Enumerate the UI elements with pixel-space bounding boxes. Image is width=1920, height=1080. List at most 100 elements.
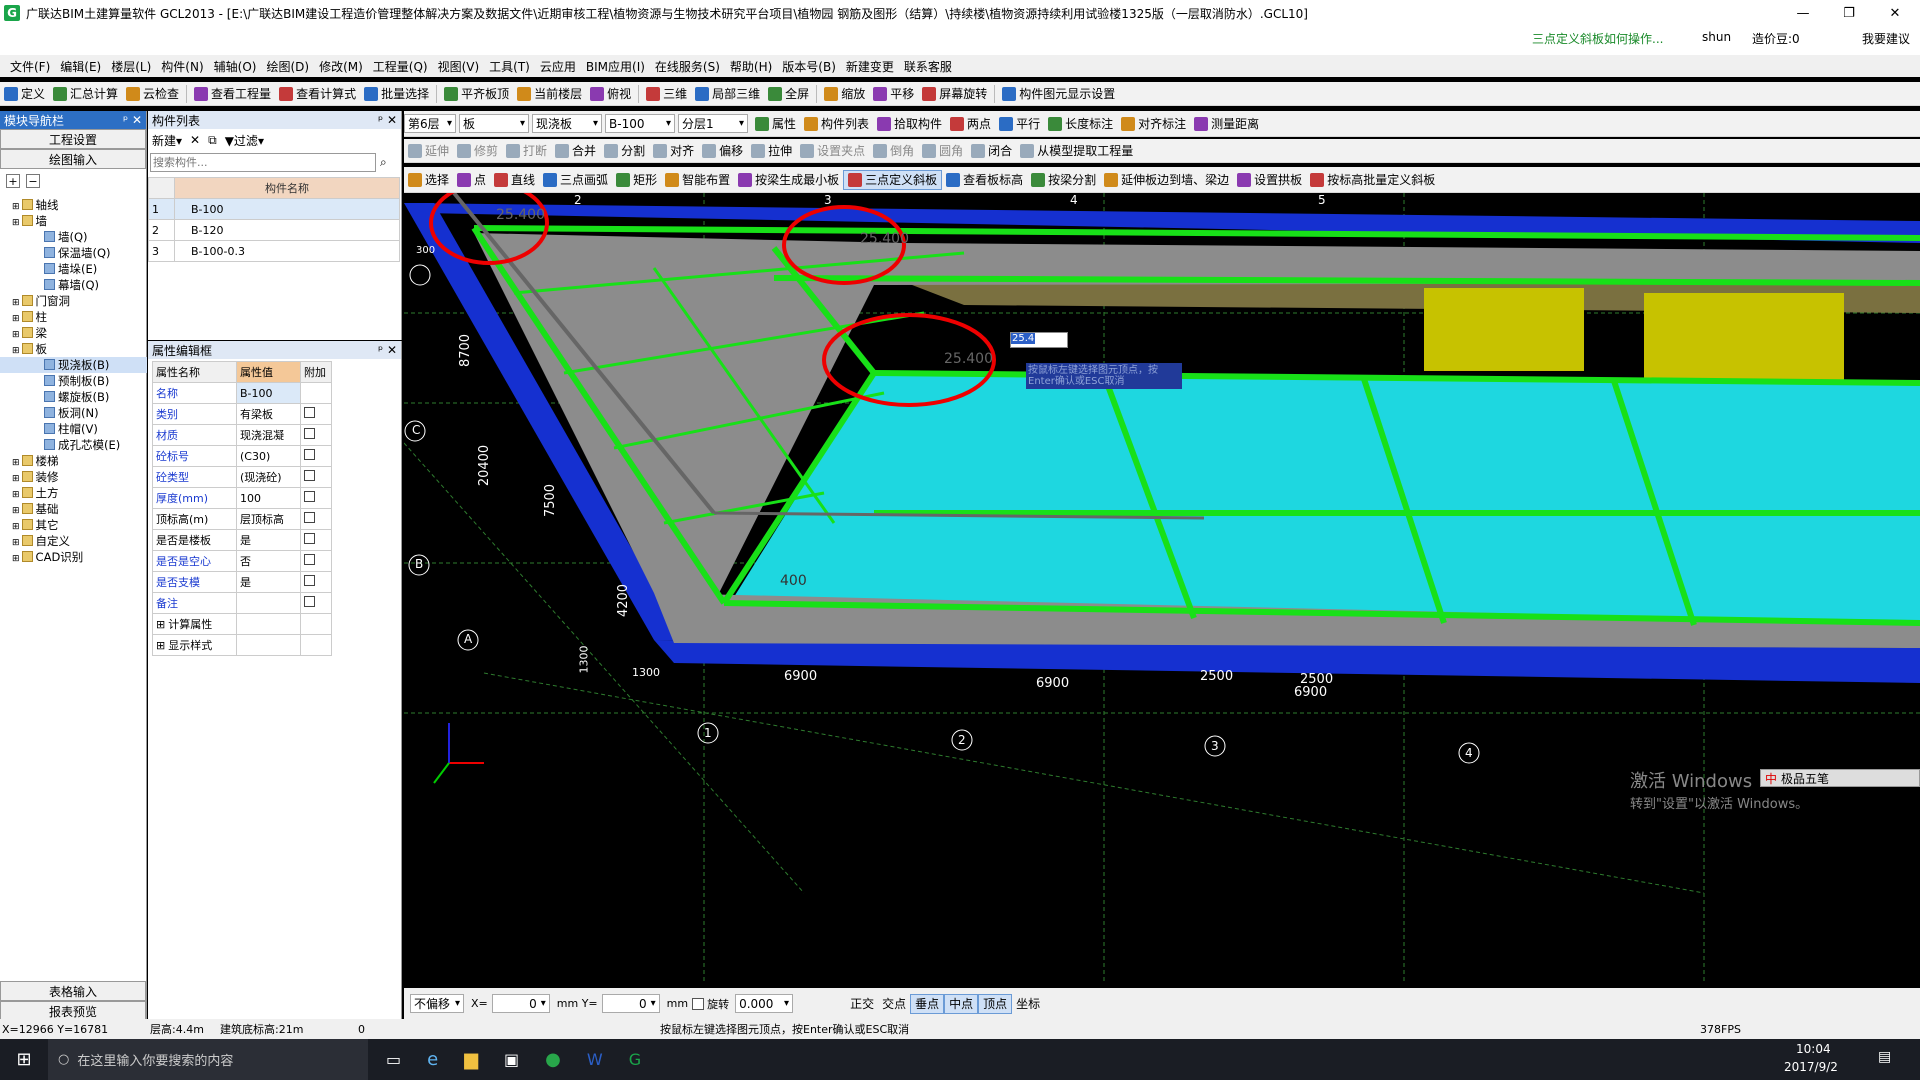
- additional-checkbox[interactable]: [304, 491, 315, 502]
- expand-icon[interactable]: ⊞: [12, 506, 20, 516]
- toolbar-button[interactable]: 局部三维: [691, 84, 764, 104]
- pin-icon[interactable]: ᵖ ✕: [123, 113, 142, 127]
- table-input-button[interactable]: 表格输入: [0, 981, 146, 1001]
- task-view-icon[interactable]: ▭: [386, 1050, 401, 1069]
- tree-item[interactable]: ⊞ 轴线: [0, 197, 147, 213]
- tree-item[interactable]: 柱帽(V): [0, 421, 147, 437]
- snap-button[interactable]: 顶点: [978, 993, 1013, 1014]
- edit-button[interactable]: 拉伸: [747, 141, 796, 161]
- draw-button[interactable]: 查看板标高: [942, 170, 1027, 190]
- additional-checkbox[interactable]: [304, 470, 315, 481]
- edit-button[interactable]: 偏移: [698, 141, 747, 161]
- drawing-input-button[interactable]: 绘图输入: [0, 149, 146, 169]
- draw-button[interactable]: 按梁分割: [1027, 170, 1100, 190]
- y-input[interactable]: 0: [601, 994, 660, 1013]
- tree-item[interactable]: 墙垛(E): [0, 261, 147, 277]
- property-value[interactable]: 是: [236, 571, 301, 593]
- property-row[interactable]: ⊞ 显示样式: [152, 634, 332, 656]
- expand-icon[interactable]: ⊞: [156, 618, 165, 631]
- toolbar-button[interactable]: 属性: [751, 114, 800, 134]
- edit-button[interactable]: 圆角: [918, 141, 967, 161]
- property-row[interactable]: 砼类型 (现浇砼): [152, 466, 332, 488]
- toolbar-button[interactable]: 查看计算式: [275, 84, 360, 104]
- gcl-icon[interactable]: G: [629, 1050, 641, 1069]
- menu-item[interactable]: 版本号(B): [782, 58, 836, 75]
- component-search-input[interactable]: [150, 152, 376, 172]
- report-preview-button[interactable]: 报表预览: [0, 1001, 146, 1021]
- edit-button[interactable]: 倒角: [869, 141, 918, 161]
- user-name[interactable]: shun: [1702, 30, 1731, 44]
- restore-button[interactable]: ❐: [1826, 0, 1872, 26]
- property-value[interactable]: 是: [236, 529, 301, 551]
- draw-button[interactable]: 选择: [404, 170, 453, 190]
- edit-button[interactable]: 延伸: [404, 141, 453, 161]
- draw-button[interactable]: 设置拱板: [1233, 170, 1306, 190]
- close-button[interactable]: ✕: [1872, 0, 1918, 26]
- toolbar-button[interactable]: 平齐板顶: [440, 84, 513, 104]
- property-row[interactable]: 是否支模 是: [152, 571, 332, 593]
- property-value[interactable]: [236, 613, 301, 635]
- property-value[interactable]: 100: [236, 487, 301, 509]
- additional-checkbox[interactable]: [304, 512, 315, 523]
- model-canvas[interactable]: [404, 193, 1920, 984]
- tree-item[interactable]: 预制板(B): [0, 373, 147, 389]
- toolbar-button[interactable]: 拾取构件: [873, 114, 946, 134]
- menu-item[interactable]: 工具(T): [489, 58, 530, 75]
- toolbar-button[interactable]: 查看工程量: [190, 84, 275, 104]
- additional-checkbox[interactable]: [304, 449, 315, 460]
- expand-icon[interactable]: ⊞: [156, 639, 165, 652]
- tree-item[interactable]: 保温墙(Q): [0, 245, 147, 261]
- snap-button[interactable]: 垂点: [910, 993, 945, 1014]
- expand-icon[interactable]: ⊞: [12, 522, 20, 532]
- menu-item[interactable]: 楼层(L): [111, 58, 151, 75]
- menu-item[interactable]: 修改(M): [319, 58, 363, 75]
- component-select[interactable]: B-100: [605, 114, 675, 133]
- edit-button[interactable]: 打断: [502, 141, 551, 161]
- taskbar-search[interactable]: ○ 在这里输入你要搜索的内容: [48, 1039, 368, 1080]
- close-icon[interactable]: ᵖ ✕: [378, 343, 397, 357]
- additional-checkbox[interactable]: [304, 575, 315, 586]
- tree-item[interactable]: 板洞(N): [0, 405, 147, 421]
- subtype-select[interactable]: 现浇板: [532, 114, 602, 133]
- project-settings-button[interactable]: 工程设置: [0, 129, 146, 149]
- expand-icon[interactable]: ⊞: [12, 202, 20, 212]
- close-icon[interactable]: ᵖ ✕: [378, 113, 397, 127]
- collapse-all-icon[interactable]: −: [26, 174, 40, 188]
- toolbar-button[interactable]: 构件图元显示设置: [998, 84, 1119, 104]
- tree-item[interactable]: 墙(Q): [0, 229, 147, 245]
- menu-item[interactable]: 在线服务(S): [655, 58, 720, 75]
- property-row[interactable]: 顶标高(m) 层顶标高: [152, 508, 332, 530]
- 3d-viewport[interactable]: 2 3 4 5 1 2 3 4 C B A 8700 20400 7500 42…: [404, 193, 1920, 984]
- toolbar-button[interactable]: 俯视: [586, 84, 635, 104]
- delete-icon[interactable]: ✕: [190, 133, 200, 147]
- notification-icon[interactable]: ▤: [1878, 1049, 1891, 1065]
- ime-bar[interactable]: 中极品五笔: [1760, 769, 1920, 787]
- expand-icon[interactable]: ⊞: [12, 474, 20, 484]
- tree-item[interactable]: 螺旋板(B): [0, 389, 147, 405]
- snap-button[interactable]: 正交: [846, 994, 878, 1014]
- property-value[interactable]: (C30): [236, 445, 301, 467]
- menu-item[interactable]: 编辑(E): [60, 58, 101, 75]
- toolbar-button[interactable]: 对齐标注: [1117, 114, 1190, 134]
- toolbar-button[interactable]: 构件列表: [800, 114, 873, 134]
- tree-item[interactable]: ⊞ 板: [0, 341, 147, 357]
- copy-icon[interactable]: ⧉: [208, 133, 217, 148]
- additional-checkbox[interactable]: [304, 533, 315, 544]
- draw-button[interactable]: 按标高批量定义斜板: [1306, 170, 1439, 190]
- toolbar-button[interactable]: 批量选择: [360, 84, 433, 104]
- menu-item[interactable]: 构件(N): [161, 58, 203, 75]
- layer-select[interactable]: 分层1: [678, 114, 748, 133]
- expand-icon[interactable]: ⊞: [12, 218, 20, 228]
- menu-item[interactable]: 视图(V): [438, 58, 480, 75]
- additional-checkbox[interactable]: [304, 596, 315, 607]
- draw-button[interactable]: 三点定义斜板: [843, 169, 943, 190]
- component-row[interactable]: 2 B-120: [148, 219, 400, 241]
- property-value[interactable]: (现浇砼): [236, 466, 301, 488]
- toolbar-button[interactable]: 平行: [995, 114, 1044, 134]
- draw-button[interactable]: 矩形: [612, 170, 661, 190]
- angle-input[interactable]: 0.000: [735, 994, 794, 1013]
- expand-icon[interactable]: ⊞: [12, 490, 20, 500]
- edit-button[interactable]: 设置夹点: [796, 141, 869, 161]
- property-row[interactable]: ⊞ 计算属性: [152, 613, 332, 635]
- tree-item[interactable]: ⊞ 土方: [0, 485, 147, 501]
